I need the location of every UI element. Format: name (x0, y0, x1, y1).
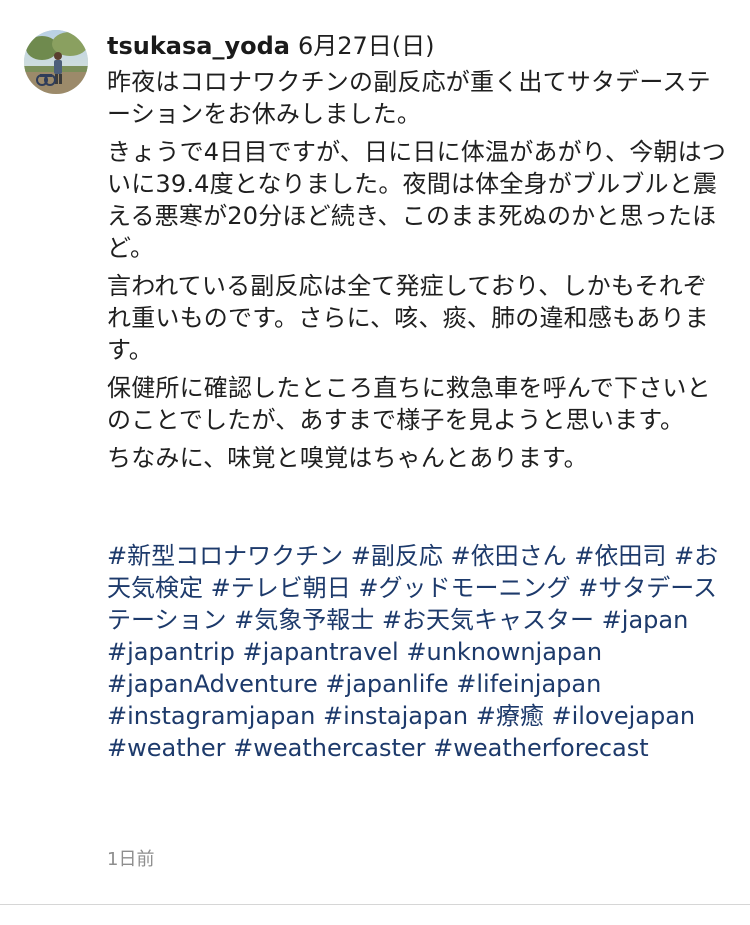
hashtag-link[interactable]: #依田司 (574, 542, 666, 570)
hashtag-link[interactable]: #lifeinjapan (456, 670, 601, 698)
caption-paragraph: ちなみに、味覚と嗅覚はちゃんとあります。 (107, 444, 588, 472)
caption-body: 昨夜はコロナワクチンの副反応が重く出てサタデーステーションをお休みしました。 き… (107, 66, 727, 474)
hashtag-link[interactable]: #お天気キャスター (382, 606, 594, 634)
avatar[interactable] (24, 30, 88, 94)
post-timestamp: 1日前 (107, 849, 155, 870)
hashtag-link[interactable]: #依田さん (451, 542, 567, 570)
hashtag-link[interactable]: #weather (107, 734, 225, 762)
hashtag-link[interactable]: #japantrip (107, 638, 235, 666)
hashtag-link[interactable]: #instagramjapan (107, 702, 315, 730)
avatar-photo-icon (24, 30, 88, 94)
hashtag-link[interactable]: #テレビ朝日 (211, 574, 351, 602)
caption-content: tsukasa_yoda 6月27日(日) 昨夜はコロナワクチンの副反応が重く出て… (107, 26, 727, 764)
hashtag-link[interactable]: #療癒 (476, 702, 544, 730)
hashtag-link[interactable]: #japan (602, 606, 689, 634)
hashtag-link[interactable]: #weatherforecast (433, 734, 649, 762)
hashtag-link[interactable]: #japantravel (242, 638, 398, 666)
hashtag-link[interactable]: #グッドモーニング (358, 574, 570, 602)
caption-header: tsukasa_yoda 6月27日(日) (107, 26, 727, 66)
caption-paragraph: 昨夜はコロナワクチンの副反応が重く出てサタデーステーションをお休みしました。 (107, 68, 711, 128)
hashtag-link[interactable]: #ilovejapan (552, 702, 696, 730)
hashtag-link[interactable]: #weathercaster (233, 734, 425, 762)
caption-paragraph: きょうで4日目ですが、日に日に体温があがり、今朝はついに39.4度となりました。… (107, 138, 727, 262)
username-link[interactable]: tsukasa_yoda (107, 32, 290, 60)
hashtag-list: #新型コロナワクチン #副反応 #依田さん #依田司 #お天気検定 #テレビ朝日… (107, 540, 727, 764)
hashtag-link[interactable]: #instajapan (323, 702, 468, 730)
hashtag-link[interactable]: #japanAdventure (107, 670, 318, 698)
caption-paragraph: 言われている副反応は全て発症しており、しかもそれぞれ重いものです。さらに、咳、痰… (107, 272, 709, 364)
caption-paragraph: 保健所に確認したところ直ちに救急車を呼んで下さいとのことでしたが、あすまで様子を… (107, 374, 711, 434)
instagram-caption: tsukasa_yoda 6月27日(日) 昨夜はコロナワクチンの副反応が重く出て… (0, 0, 750, 925)
hashtag-link[interactable]: #副反応 (351, 542, 443, 570)
post-date: 6月27日(日) (298, 32, 435, 60)
hashtag-link[interactable]: #新型コロナワクチン (107, 542, 343, 570)
hashtag-link[interactable]: #japanlife (325, 670, 448, 698)
divider (0, 904, 750, 905)
hashtag-link[interactable]: #気象予報士 (234, 606, 374, 634)
hashtag-link[interactable]: #unknownjapan (406, 638, 602, 666)
